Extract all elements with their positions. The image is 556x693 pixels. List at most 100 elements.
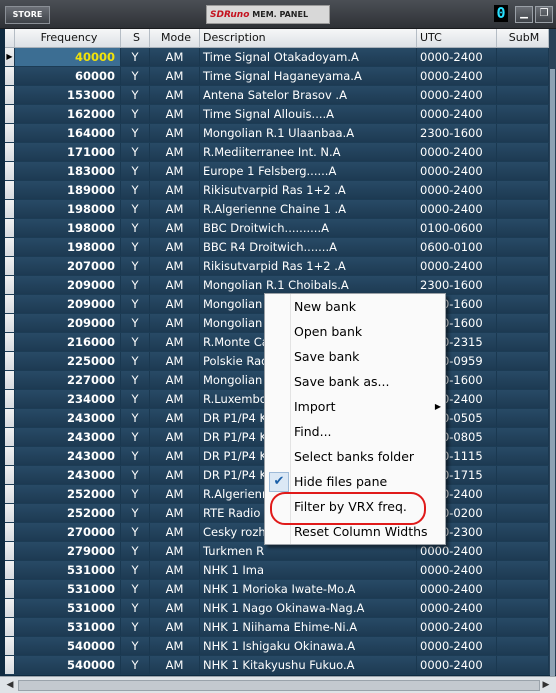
frequency-cell[interactable]: 243000 <box>15 447 121 465</box>
utc-cell[interactable]: 0000-2400 <box>417 86 497 104</box>
mode-cell[interactable]: AM <box>150 238 200 256</box>
s-cell[interactable]: Y <box>121 276 150 294</box>
menu-item-save-bank[interactable]: Save bank <box>265 344 445 369</box>
mode-cell[interactable]: AM <box>150 390 200 408</box>
subm-cell[interactable] <box>497 637 549 655</box>
description-cell[interactable]: Time Signal Allouis....A <box>200 105 417 123</box>
horizontal-scroll-thumb[interactable] <box>18 680 540 691</box>
mode-cell[interactable]: AM <box>150 219 200 237</box>
row-indicator[interactable] <box>5 637 15 655</box>
subm-cell[interactable] <box>497 390 549 408</box>
s-cell[interactable]: Y <box>121 181 150 199</box>
utc-cell[interactable]: 0000-2400 <box>417 105 497 123</box>
description-cell[interactable]: NHK 1 Ishigaku Okinawa.A <box>200 637 417 655</box>
row-indicator[interactable] <box>5 124 15 142</box>
mode-cell[interactable]: AM <box>150 599 200 617</box>
s-cell[interactable]: Y <box>121 428 150 446</box>
frequency-cell[interactable]: 227000 <box>15 371 121 389</box>
frequency-cell[interactable]: 40000 <box>15 48 121 66</box>
scroll-right-icon[interactable]: ▶ <box>540 679 552 691</box>
column-header-subm[interactable]: SubM <box>497 29 549 47</box>
s-cell[interactable]: Y <box>121 219 150 237</box>
mode-cell[interactable]: AM <box>150 295 200 313</box>
s-cell[interactable]: Y <box>121 390 150 408</box>
subm-cell[interactable] <box>497 504 549 522</box>
description-cell[interactable]: R.Algerienne Chaine 1 .A <box>200 200 417 218</box>
row-indicator[interactable] <box>5 86 15 104</box>
frequency-cell[interactable]: 183000 <box>15 162 121 180</box>
table-row[interactable]: 60000 Y AM Time Signal Haganeyama.A 0000-240… <box>5 67 549 86</box>
s-cell[interactable]: Y <box>121 105 150 123</box>
utc-cell[interactable]: 2300-1600 <box>417 276 497 294</box>
table-row[interactable]: 531000 Y AM NHK 1 Morioka Iwate-Mo.A 0000-24… <box>5 580 549 599</box>
menu-item-save-bank-as[interactable]: Save bank as... <box>265 369 445 394</box>
subm-cell[interactable] <box>497 409 549 427</box>
s-cell[interactable]: Y <box>121 485 150 503</box>
frequency-cell[interactable]: 198000 <box>15 200 121 218</box>
frequency-cell[interactable]: 540000 <box>15 656 121 674</box>
utc-cell[interactable]: 0000-2400 <box>417 257 497 275</box>
frequency-cell[interactable]: 531000 <box>15 580 121 598</box>
frequency-cell[interactable]: 198000 <box>15 238 121 256</box>
table-row[interactable]: 207000 Y AM Rikisutvarpid Ras 1+2 .A 0000-24… <box>5 257 549 276</box>
frequency-cell[interactable]: 189000 <box>15 181 121 199</box>
row-indicator[interactable] <box>5 352 15 370</box>
frequency-cell[interactable]: 243000 <box>15 409 121 427</box>
subm-cell[interactable] <box>497 447 549 465</box>
description-cell[interactable]: NHK 1 Morioka Iwate-Mo.A <box>200 580 417 598</box>
row-indicator[interactable] <box>5 143 15 161</box>
subm-cell[interactable] <box>497 295 549 313</box>
row-indicator[interactable] <box>5 314 15 332</box>
description-cell[interactable]: NHK 1 Ima <box>200 561 417 579</box>
s-cell[interactable]: Y <box>121 409 150 427</box>
row-indicator[interactable] <box>5 580 15 598</box>
row-indicator[interactable] <box>5 428 15 446</box>
s-cell[interactable]: Y <box>121 200 150 218</box>
s-cell[interactable]: Y <box>121 599 150 617</box>
table-row[interactable]: 189000 Y AM Rikisutvarpid Ras 1+2 .A 0000-24… <box>5 181 549 200</box>
subm-cell[interactable] <box>497 257 549 275</box>
frequency-cell[interactable]: 209000 <box>15 276 121 294</box>
s-cell[interactable]: Y <box>121 618 150 636</box>
row-indicator[interactable] <box>5 105 15 123</box>
mode-cell[interactable]: AM <box>150 333 200 351</box>
subm-cell[interactable] <box>497 542 549 560</box>
utc-cell[interactable]: 0000-2400 <box>417 599 497 617</box>
store-button[interactable]: STORE <box>5 6 50 24</box>
table-row[interactable]: 198000 Y AM R.Algerienne Chaine 1 .A 0000-24… <box>5 200 549 219</box>
table-row[interactable]: 171000 Y AM R.Mediiterranee Int. N.A 0000-24… <box>5 143 549 162</box>
bank-digit-display[interactable]: 0 <box>494 5 508 22</box>
mode-cell[interactable]: AM <box>150 542 200 560</box>
subm-cell[interactable] <box>497 181 549 199</box>
table-row[interactable]: 162000 Y AM Time Signal Allouis....A 0000-24… <box>5 105 549 124</box>
mode-cell[interactable]: AM <box>150 86 200 104</box>
subm-cell[interactable] <box>497 428 549 446</box>
s-cell[interactable]: Y <box>121 656 150 674</box>
mode-cell[interactable]: AM <box>150 67 200 85</box>
description-cell[interactable]: Europe 1 Felsberg......A <box>200 162 417 180</box>
subm-cell[interactable] <box>497 86 549 104</box>
frequency-cell[interactable]: 531000 <box>15 599 121 617</box>
mode-cell[interactable]: AM <box>150 352 200 370</box>
table-row[interactable]: 531000 Y AM NHK 1 Niihama Ehime-Ni.A 0000-24… <box>5 618 549 637</box>
subm-cell[interactable] <box>497 105 549 123</box>
utc-cell[interactable]: 0000-2400 <box>417 580 497 598</box>
description-cell[interactable]: Rikisutvarpid Ras 1+2 .A <box>200 181 417 199</box>
frequency-cell[interactable]: 270000 <box>15 523 121 541</box>
row-indicator[interactable] <box>5 542 15 560</box>
description-cell[interactable]: R.Mediiterranee Int. N.A <box>200 143 417 161</box>
s-cell[interactable]: Y <box>121 67 150 85</box>
menu-item-import[interactable]: Import ▶ <box>265 394 445 419</box>
mode-cell[interactable]: AM <box>150 466 200 484</box>
subm-cell[interactable] <box>497 124 549 142</box>
utc-cell[interactable]: 0000-2400 <box>417 561 497 579</box>
s-cell[interactable]: Y <box>121 238 150 256</box>
horizontal-scrollbar[interactable]: ◀ ▶ <box>0 676 556 693</box>
utc-cell[interactable]: 0000-2400 <box>417 67 497 85</box>
utc-cell[interactable]: 0000-2400 <box>417 48 497 66</box>
utc-cell[interactable]: 2300-1600 <box>417 124 497 142</box>
mode-cell[interactable]: AM <box>150 618 200 636</box>
mode-cell[interactable]: AM <box>150 656 200 674</box>
frequency-cell[interactable]: 279000 <box>15 542 121 560</box>
row-indicator[interactable] <box>5 67 15 85</box>
